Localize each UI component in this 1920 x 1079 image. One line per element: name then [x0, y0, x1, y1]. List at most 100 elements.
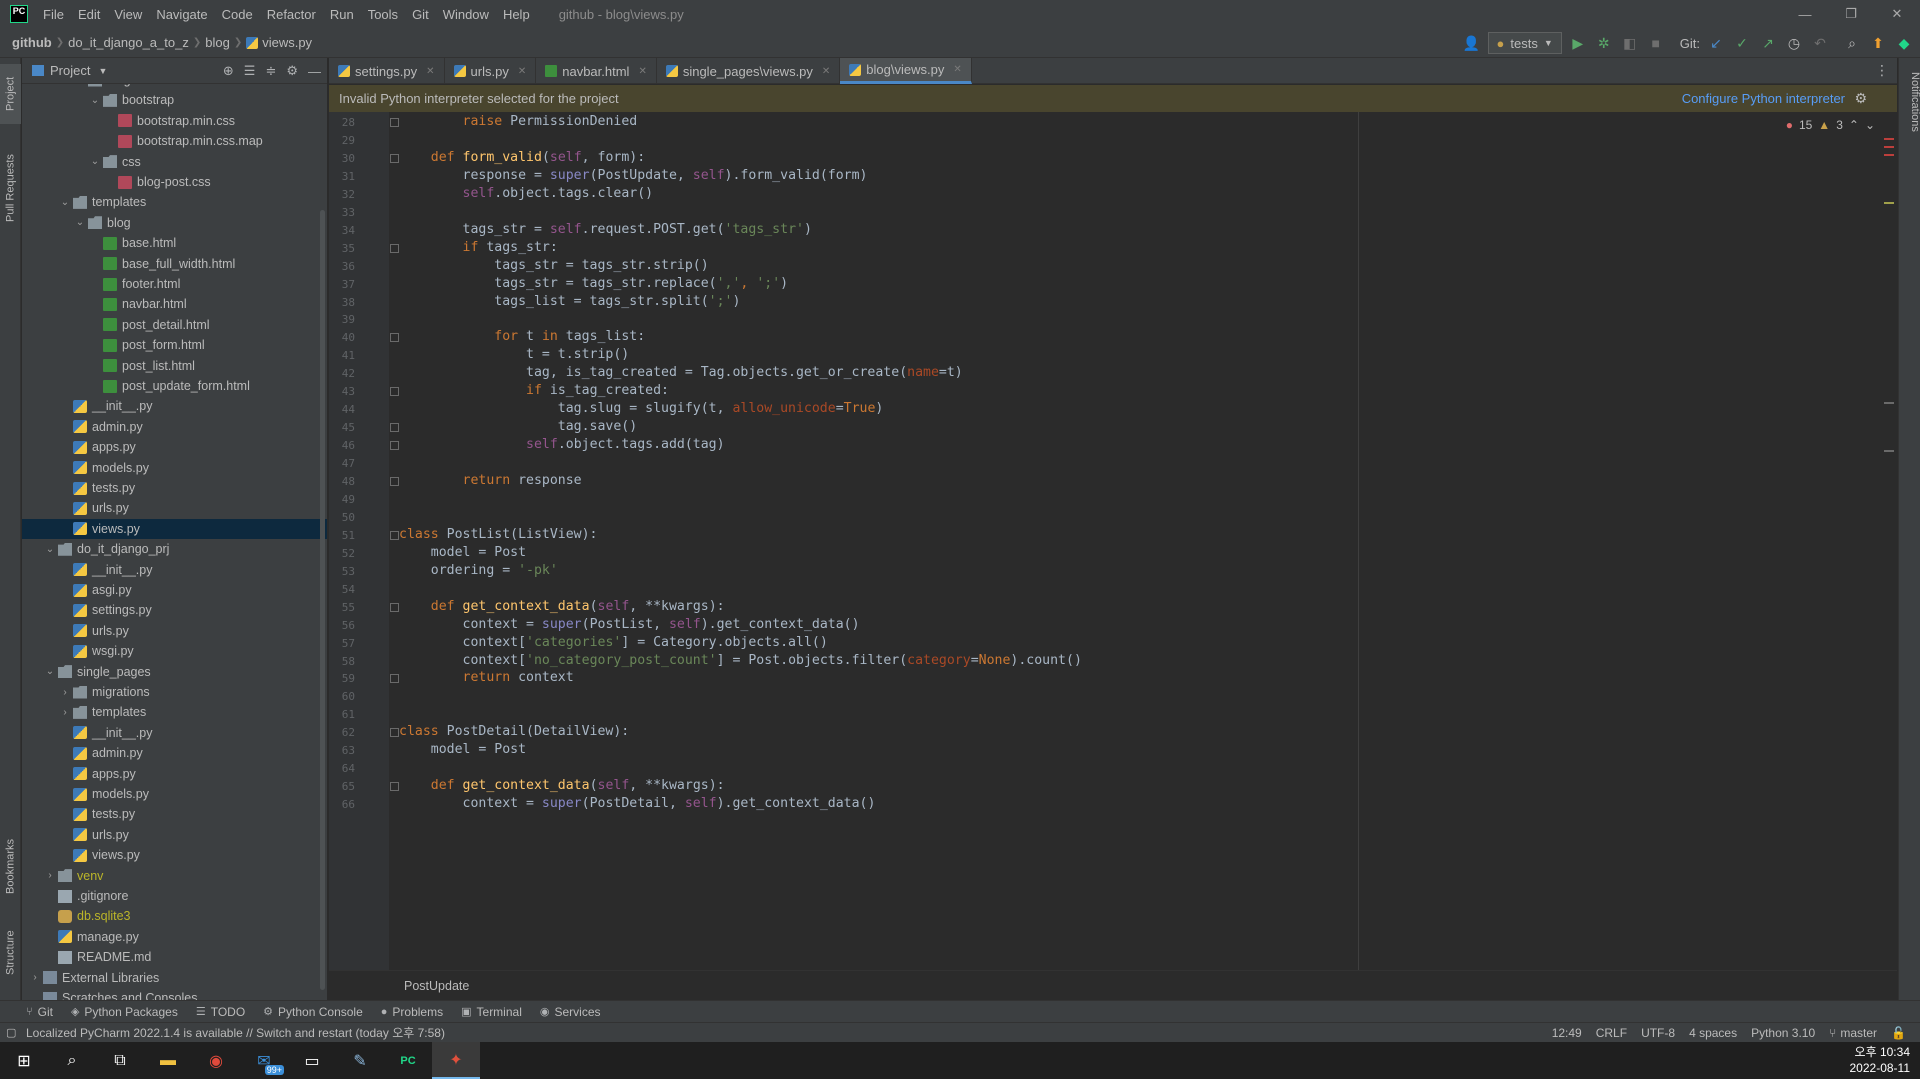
menu-git[interactable]: Git [405, 7, 436, 22]
code-line[interactable]: tags_str = tags_str.replace(',', ';') [399, 276, 788, 291]
line-separator[interactable]: CRLF [1596, 1026, 1627, 1040]
tree-item[interactable]: asgi.py [22, 580, 327, 600]
chevron-right-icon[interactable]: › [27, 972, 43, 983]
fold-marker-icon[interactable] [390, 333, 399, 343]
active-app-icon[interactable]: ✦ [432, 1042, 480, 1079]
change-stripe[interactable] [1884, 402, 1894, 404]
notifications-tool-tab[interactable]: Notifications [1899, 72, 1920, 132]
mail-icon[interactable]: ✉ 99+ [240, 1042, 288, 1079]
breadcrumb-file[interactable]: views.py [258, 35, 316, 50]
menu-file[interactable]: File [36, 7, 71, 22]
chevron-down-icon[interactable]: ⌄ [57, 197, 73, 208]
tree-item[interactable]: › templates [22, 702, 327, 722]
fold-marker-icon[interactable] [390, 530, 399, 540]
breadcrumb-folder[interactable]: blog [201, 35, 234, 50]
tree-item[interactable]: ⌄ single_pages [22, 662, 327, 682]
tree-item[interactable]: Scratches and Consoles [22, 988, 327, 1000]
tree-item[interactable]: base_full_width.html [22, 254, 327, 274]
search-icon[interactable]: ⌕ [48, 1042, 96, 1079]
lock-icon[interactable]: 🔓 [1891, 1026, 1906, 1040]
tree-item[interactable]: bootstrap.min.css [22, 111, 327, 131]
chevron-up-icon[interactable]: ⌃ [1849, 118, 1859, 132]
breadcrumb-root[interactable]: github [8, 35, 56, 50]
tree-item[interactable]: __init__.py [22, 723, 327, 743]
configure-interpreter-link[interactable]: Configure Python interpreter [1682, 91, 1845, 106]
fold-marker-icon[interactable] [390, 243, 399, 253]
tree-item[interactable]: blog-post.css [22, 172, 327, 192]
tree-item[interactable]: post_list.html [22, 356, 327, 376]
menu-view[interactable]: View [107, 7, 149, 22]
git-push-icon[interactable]: ↗ [1758, 33, 1778, 53]
history-icon[interactable]: ◷ [1784, 33, 1804, 53]
code-line[interactable]: return response [399, 473, 582, 488]
file-explorer-icon[interactable]: ▬ [144, 1042, 192, 1079]
tree-item[interactable]: models.py [22, 784, 327, 804]
chevron-down-icon[interactable]: ⌄ [87, 156, 103, 167]
tree-item[interactable]: __init__.py [22, 560, 327, 580]
code-line[interactable]: return context [399, 670, 574, 685]
indent-setting[interactable]: 4 spaces [1689, 1026, 1737, 1040]
code-line[interactable]: response = super(PostUpdate, self).form_… [399, 168, 868, 183]
bookmarks-tool-tab[interactable]: Bookmarks [0, 828, 21, 904]
run-icon[interactable]: ▶ [1568, 33, 1588, 53]
close-icon[interactable]: ✕ [426, 66, 434, 77]
pycharm-taskbar-icon[interactable]: PC [384, 1042, 432, 1079]
chevron-down-icon[interactable]: ▼ [98, 66, 107, 76]
tool-window-problems[interactable]: ● Problems [381, 1005, 443, 1019]
tree-item[interactable]: urls.py [22, 498, 327, 518]
chevron-right-icon[interactable]: › [57, 707, 73, 718]
git-branch[interactable]: master [1840, 1026, 1877, 1040]
gear-icon[interactable]: ⚙ [1854, 90, 1867, 107]
chrome-icon[interactable]: ◉ [192, 1042, 240, 1079]
tool-window-terminal[interactable]: ▣ Terminal [461, 1005, 522, 1019]
code-line[interactable]: raise PermissionDenied [399, 114, 638, 129]
editor-tab[interactable]: navbar.html ✕ [536, 58, 657, 84]
menu-tools[interactable]: Tools [361, 7, 405, 22]
code-line[interactable]: context = super(PostList, self).get_cont… [399, 617, 860, 632]
tree-item[interactable]: ⌄ css [22, 152, 327, 172]
tree-item[interactable]: ⌄ do_it_django_prj [22, 539, 327, 559]
close-icon[interactable]: ✕ [518, 66, 526, 77]
expand-all-icon[interactable]: ☰ [244, 63, 256, 79]
code-line[interactable]: self.object.tags.add(tag) [399, 437, 725, 452]
tree-item[interactable]: settings.py [22, 600, 327, 620]
error-stripe[interactable] [1884, 146, 1894, 148]
debug-icon[interactable]: ✲ [1594, 33, 1614, 53]
tree-item[interactable]: urls.py [22, 621, 327, 641]
code-line[interactable]: t = t.strip() [399, 347, 629, 362]
collapse-all-icon[interactable]: ≑ [265, 63, 276, 79]
tree-item[interactable]: ⌄ blog [22, 84, 327, 90]
menu-window[interactable]: Window [436, 7, 496, 22]
fold-marker-icon[interactable] [390, 153, 399, 163]
code-line[interactable]: def get_context_data(self, **kwargs): [399, 778, 725, 793]
code-line[interactable]: for t in tags_list: [399, 329, 645, 344]
tree-item[interactable]: › External Libraries [22, 968, 327, 988]
chevron-down-icon[interactable]: ⌄ [42, 666, 58, 677]
code-line[interactable]: model = Post [399, 742, 526, 757]
inspection-widget[interactable]: ● 15 ▲ 3 ⌃ ⌄ [1786, 118, 1875, 132]
python-interpreter[interactable]: Python 3.10 [1751, 1026, 1815, 1040]
tree-item[interactable]: models.py [22, 458, 327, 478]
tool-window-git[interactable]: ⑂ Git [26, 1005, 53, 1019]
tool-window-python-packages[interactable]: ◈ Python Packages [71, 1005, 178, 1019]
user-icon[interactable]: 👤 [1462, 33, 1482, 53]
tree-item[interactable]: tests.py [22, 478, 327, 498]
tree-item[interactable]: ⌄ templates [22, 192, 327, 212]
code-line[interactable]: class PostList(ListView): [399, 527, 598, 542]
fold-marker-icon[interactable] [390, 423, 399, 433]
tool-window-todo[interactable]: ☰ TODO [196, 1005, 245, 1019]
hide-icon[interactable]: — [308, 64, 321, 79]
close-icon[interactable]: ✕ [822, 66, 830, 77]
line-number-gutter[interactable]: 28 29 30 31 32 33 34 35 36 37 38 39 40 41 42 43 44 45 46 47… [329, 112, 389, 970]
editor-scrollbar[interactable] [1883, 112, 1897, 970]
change-stripe[interactable] [1884, 450, 1894, 452]
tree-item[interactable]: post_detail.html [22, 315, 327, 335]
fold-marker-icon[interactable] [390, 782, 399, 792]
project-scrollbar[interactable] [320, 210, 325, 990]
code-line[interactable]: def get_context_data(self, **kwargs): [399, 599, 725, 614]
code-line[interactable]: class PostDetail(DetailView): [399, 724, 629, 739]
tool-window-python-console[interactable]: ⚙ Python Console [263, 1005, 363, 1019]
editor-breadcrumb[interactable]: PostUpdate [329, 970, 1897, 1000]
tree-item[interactable]: urls.py [22, 825, 327, 845]
tree-item[interactable]: manage.py [22, 927, 327, 947]
